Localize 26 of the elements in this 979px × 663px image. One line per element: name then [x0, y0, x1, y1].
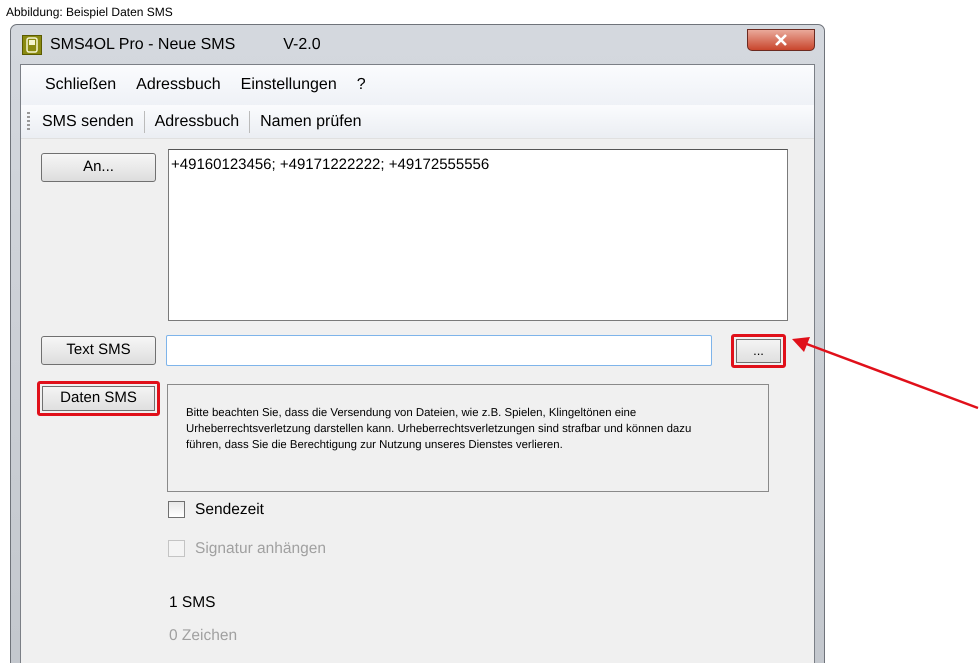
figure-caption: Abbildung: Beispiel Daten SMS — [5, 5, 173, 19]
recipients-field[interactable]: +49160123456; +49171222222; +49172555556 — [168, 149, 788, 321]
menu-item[interactable]: Einstellungen — [230, 69, 347, 101]
close-icon — [774, 34, 788, 46]
checkbox-label: Sendezeit — [195, 500, 264, 520]
menu-item[interactable]: Schließen — [35, 69, 126, 101]
toolbar-button[interactable]: Adressbuch — [148, 108, 246, 136]
window-title: SMS4OL Pro - Neue SMS — [50, 34, 236, 54]
app-icon — [22, 34, 42, 54]
sms-count: 1 SMS — [169, 592, 217, 612]
to-button[interactable]: An... — [41, 153, 156, 182]
checkbox[interactable] — [168, 501, 185, 518]
close-button[interactable] — [747, 28, 815, 50]
version-label: V-2.0 — [283, 34, 321, 54]
browse-button[interactable]: ... — [731, 334, 786, 368]
character-count: 0 Zeichen — [169, 626, 238, 646]
toolbar-grip[interactable] — [27, 112, 30, 132]
toolbar-button[interactable]: SMS senden — [36, 108, 140, 136]
text-input-field[interactable] — [166, 335, 712, 366]
toolbar-button[interactable]: Namen prüfen — [254, 108, 368, 136]
text-sms-button[interactable]: Text SMS — [41, 336, 156, 365]
menu-item[interactable]: ? — [346, 69, 376, 101]
copyright-notice: Bitte beachten Sie, dass die Versendung von Dateien, wie z.B. Spielen, Klingeltönen eine Urheberrechtsverletzung darstellen kann. Urheberrechtsverletzungen sind strafbar und können dazu führen, dass Sie die Berechtigung zur Nutzung unseres Dienstes verlieren. — [167, 384, 769, 492]
checkbox-label: Signatur anhängen — [195, 539, 326, 560]
data-sms-button[interactable]: Daten SMS — [37, 381, 160, 416]
menu-item[interactable]: Adressbuch — [126, 69, 231, 101]
